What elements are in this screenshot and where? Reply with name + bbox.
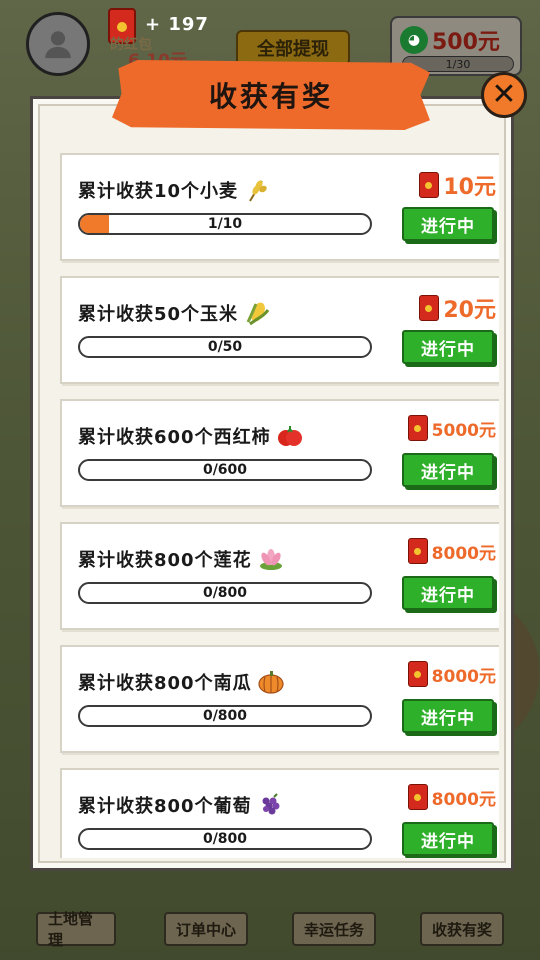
nav-lucky-tasks[interactable]: 幸运任务 bbox=[292, 912, 376, 946]
progress-bar: 0/800 bbox=[78, 828, 372, 850]
close-button[interactable]: ✕ bbox=[481, 72, 527, 118]
wechat-amount: 500元 bbox=[432, 30, 500, 55]
task-label: 累计收获600个西红柿 bbox=[78, 423, 303, 449]
pumpkin-icon bbox=[257, 671, 284, 694]
nav-land-management[interactable]: 土地管理 bbox=[36, 910, 116, 949]
progress-bar: 0/800 bbox=[78, 582, 372, 604]
harvest-reward-modal: 累计收获10个小麦 1/10 10元 进行中 累计收获50个玉米 0/50 20… bbox=[30, 96, 514, 871]
in-progress-button[interactable]: 进行中 bbox=[402, 699, 494, 733]
reward-amount: 20元 bbox=[443, 298, 496, 323]
in-progress-button[interactable]: 进行中 bbox=[402, 822, 494, 856]
modal-title-banner: 收获有奖 bbox=[112, 60, 430, 130]
red-packet-icon bbox=[407, 538, 428, 564]
close-icon: ✕ bbox=[491, 77, 517, 112]
reward: 8000元 bbox=[407, 661, 496, 687]
task-label-text: 累计收获10个小麦 bbox=[78, 181, 239, 202]
in-progress-button[interactable]: 进行中 bbox=[402, 453, 494, 487]
progress-bar: 1/10 bbox=[78, 213, 372, 235]
task-card: 累计收获800个莲花 0/800 8000元 进行中 bbox=[60, 522, 499, 630]
red-packet-icon bbox=[407, 415, 428, 441]
task-card: 累计收获800个南瓜 0/800 8000元 进行中 bbox=[60, 645, 499, 753]
task-label: 累计收获10个小麦 bbox=[78, 177, 270, 203]
reward-amount: 10元 bbox=[443, 175, 496, 200]
task-label: 累计收获800个莲花 bbox=[78, 546, 284, 572]
task-list: 累计收获10个小麦 1/10 10元 进行中 累计收获50个玉米 0/50 20… bbox=[45, 149, 499, 858]
task-card: 累计收获800个葡萄 0/800 8000元 进行中 bbox=[60, 768, 499, 858]
progress-bar: 0/50 bbox=[78, 336, 372, 358]
task-label-text: 累计收获600个西红柿 bbox=[78, 427, 271, 448]
tomato-icon bbox=[277, 426, 302, 446]
in-progress-button[interactable]: 进行中 bbox=[402, 576, 494, 610]
task-label: 累计收获50个玉米 bbox=[78, 300, 270, 326]
task-label-text: 累计收获800个南瓜 bbox=[78, 673, 252, 694]
progress-text: 0/600 bbox=[202, 462, 248, 478]
red-packet-icon bbox=[419, 295, 440, 321]
coin-gain-text: + 197 bbox=[145, 14, 209, 35]
reward-amount: 8000元 bbox=[431, 666, 496, 687]
progress-text: 0/800 bbox=[202, 585, 248, 601]
progress-text: 1/10 bbox=[207, 216, 243, 232]
progress-bar: 0/800 bbox=[78, 705, 372, 727]
progress-bar: 0/600 bbox=[78, 459, 372, 481]
in-progress-button[interactable]: 进行中 bbox=[402, 207, 494, 241]
grape-icon bbox=[262, 793, 280, 815]
wheat-icon bbox=[249, 180, 267, 202]
task-card: 累计收获10个小麦 1/10 10元 进行中 bbox=[60, 153, 499, 261]
reward: 5000元 bbox=[407, 415, 496, 441]
bottom-nav: 土地管理 订单中心 幸运任务 收获有奖 bbox=[0, 880, 540, 960]
user-icon bbox=[45, 31, 71, 59]
task-label-text: 累计收获800个葡萄 bbox=[78, 796, 252, 817]
reward: 8000元 bbox=[407, 538, 496, 564]
avatar[interactable] bbox=[26, 12, 90, 76]
red-packet-icon bbox=[407, 661, 428, 687]
progress-text: 0/800 bbox=[202, 708, 248, 724]
nav-harvest-rewards[interactable]: 收获有奖 bbox=[420, 912, 504, 946]
modal-title: 收获有奖 bbox=[208, 80, 333, 113]
wechat-icon: ◕ bbox=[400, 26, 428, 54]
lotus-icon bbox=[259, 549, 282, 570]
reward: 20元 bbox=[419, 292, 496, 324]
red-packet-icon bbox=[419, 172, 440, 198]
task-label: 累计收获800个葡萄 bbox=[78, 792, 284, 818]
reward-amount: 8000元 bbox=[431, 543, 496, 564]
task-label-text: 累计收获800个莲花 bbox=[78, 550, 252, 571]
progress-text: 0/800 bbox=[202, 831, 248, 847]
nav-order-center[interactable]: 订单中心 bbox=[164, 912, 248, 946]
corn-icon bbox=[246, 302, 270, 326]
task-label: 累计收获800个南瓜 bbox=[78, 669, 284, 695]
reward: 8000元 bbox=[407, 784, 496, 810]
task-label-text: 累计收获50个玉米 bbox=[78, 304, 239, 325]
progress-text: 0/50 bbox=[207, 339, 243, 355]
reward: 10元 bbox=[419, 169, 496, 201]
red-packet-icon bbox=[407, 784, 428, 810]
in-progress-button[interactable]: 进行中 bbox=[402, 330, 494, 364]
reward-amount: 5000元 bbox=[431, 420, 496, 441]
task-card: 累计收获600个西红柿 0/600 5000元 进行中 bbox=[60, 399, 499, 507]
withdraw-all-button[interactable]: 全部提现 bbox=[236, 30, 350, 66]
task-card: 累计收获50个玉米 0/50 20元 进行中 bbox=[60, 276, 499, 384]
reward-amount: 8000元 bbox=[431, 789, 496, 810]
